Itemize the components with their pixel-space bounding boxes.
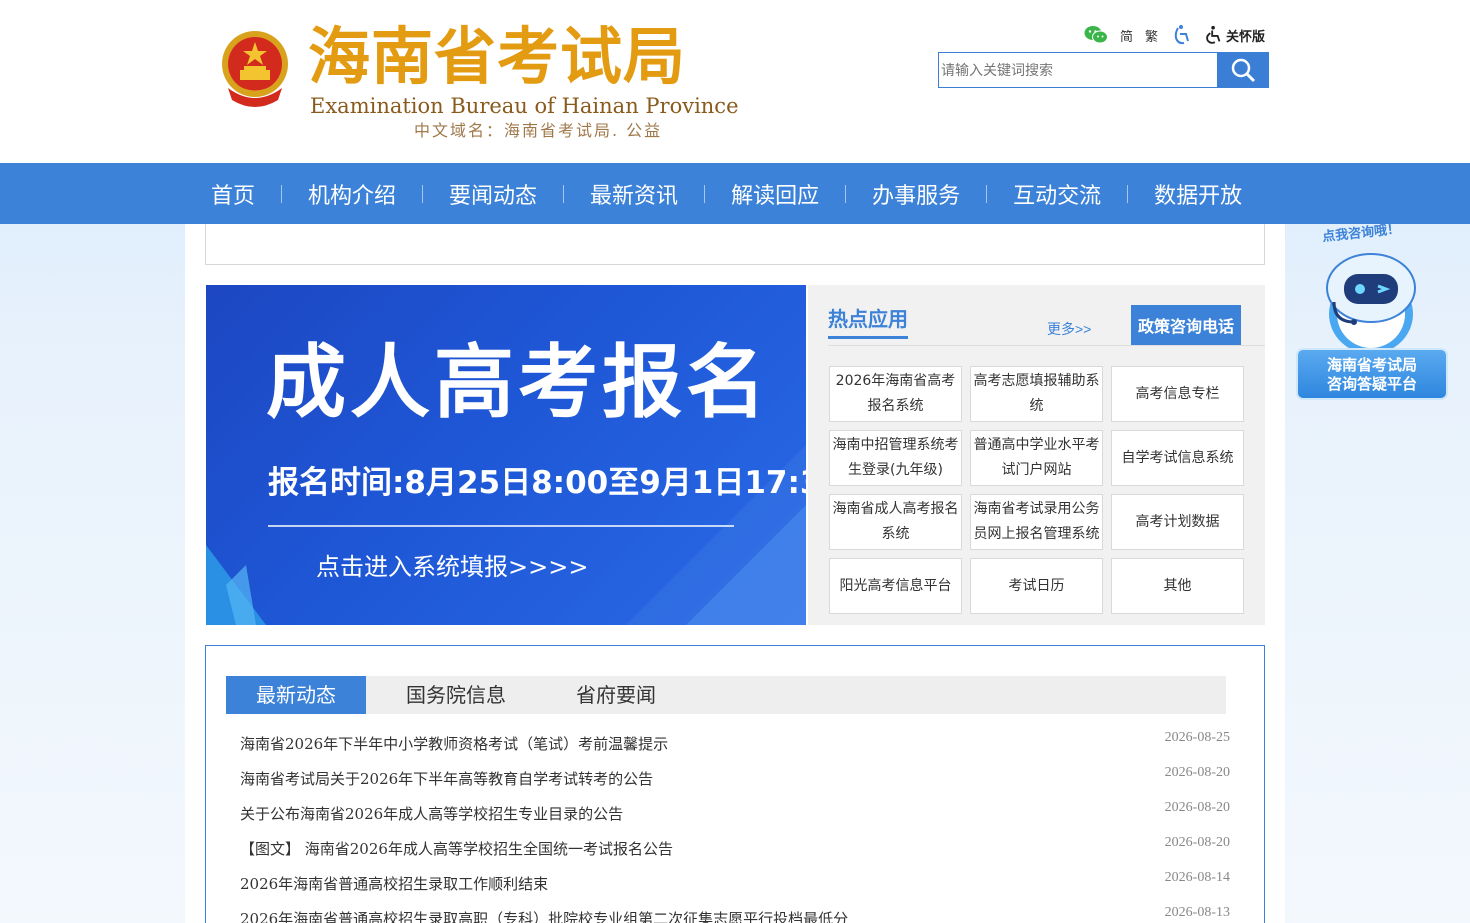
hot-app-item[interactable]: 海南省成人高考报名系统 xyxy=(829,494,962,550)
nav-item-4[interactable]: 解读回应 xyxy=(731,178,819,210)
elder-mode-link[interactable]: 关怀版 xyxy=(1204,25,1265,45)
hot-apps-more-link[interactable]: 更多>> xyxy=(1047,319,1091,339)
site-header: 海南省考试局 Examination Bureau of Hainan Prov… xyxy=(0,0,1470,163)
news-item-title[interactable]: 【图文】 海南省2026年成人高等学校招生全国统一考试报名公告 xyxy=(240,838,673,859)
consult-widget-label-line1: 海南省考试局 xyxy=(1326,356,1417,374)
news-item[interactable]: 关于公布海南省2026年成人高等学校招生专业目录的公告 2026-08-20 xyxy=(240,796,1230,831)
hot-app-item[interactable]: 高考计划数据 xyxy=(1111,494,1244,550)
news-item-title[interactable]: 海南省2026年下半年中小学教师资格考试（笔试）考前温馨提示 xyxy=(240,733,668,754)
nav-item-1[interactable]: 机构介绍 xyxy=(308,178,396,210)
news-section: 最新动态 国务院信息 省府要闻 海南省2026年下半年中小学教师资格考试（笔试）考前… xyxy=(205,645,1265,923)
nav-item-0[interactable]: 首页 xyxy=(211,178,255,210)
elder-mode-label: 关怀版 xyxy=(1226,29,1266,45)
consult-widget-label: 海南省考试局 咨询答疑平台 xyxy=(1296,348,1448,400)
hot-app-item[interactable]: 其他 xyxy=(1111,558,1244,614)
news-item[interactable]: 海南省2026年下半年中小学教师资格考试（笔试）考前温馨提示 2026-08-25 xyxy=(240,726,1230,761)
logo-title: 海南省考试局 xyxy=(308,20,687,93)
hot-apps-panel: 热点应用 更多>> 政策咨询电话 2026年海南省高考报名系统 高考志愿填报辅助系… xyxy=(808,285,1265,625)
robot-mascot-icon xyxy=(1326,253,1416,352)
nav-separator xyxy=(845,184,847,203)
search-icon xyxy=(1231,58,1256,83)
news-list: 海南省2026年下半年中小学教师资格考试（笔试）考前温馨提示 2026-08-25… xyxy=(240,726,1230,923)
nav-separator xyxy=(704,184,706,203)
nav-items: 首页 机构介绍 要闻动态 最新资讯 解读回应 办事服务 互动交流 数据开放 xyxy=(211,163,1242,224)
news-item-title[interactable]: 关于公布海南省2026年成人高等学校招生专业目录的公告 xyxy=(240,803,623,824)
news-item-title[interactable]: 2026年海南省普通高校招生录取工作顺利结束 xyxy=(240,873,548,894)
news-tab-0[interactable]: 最新动态 xyxy=(226,676,366,714)
hot-app-item[interactable]: 海南省考试录用公务员网上报名管理系统 xyxy=(970,494,1103,550)
nav-separator xyxy=(422,184,424,203)
notice-bar xyxy=(205,224,1265,265)
banner-cta: 点击进入系统填报>>>> xyxy=(316,553,589,581)
hot-app-item[interactable]: 2026年海南省高考报名系统 xyxy=(829,366,962,422)
accessibility-icon xyxy=(1174,25,1189,45)
nav-separator xyxy=(281,184,283,203)
main-nav: 首页 机构介绍 要闻动态 最新资讯 解读回应 办事服务 互动交流 数据开放 xyxy=(0,163,1470,224)
nav-item-6[interactable]: 互动交流 xyxy=(1013,178,1101,210)
accessibility-link[interactable] xyxy=(1170,24,1192,46)
consult-widget[interactable]: 点我咨询哦！ 海南省考试局 咨询答疑平台 xyxy=(1294,222,1450,404)
logo-subtitle: Examination Bureau of Hainan Province xyxy=(310,94,739,118)
news-item-date: 2026-08-20 xyxy=(1164,800,1230,815)
banner-title: 成人高考报名 xyxy=(266,336,770,429)
nav-item-7[interactable]: 数据开放 xyxy=(1154,178,1242,210)
simplified-chinese-link[interactable]: 简 xyxy=(1120,26,1133,45)
hot-app-item[interactable]: 高考志愿填报辅助系统 xyxy=(970,366,1103,422)
news-tab-2[interactable]: 省府要闻 xyxy=(546,676,686,714)
national-emblem-icon xyxy=(222,31,288,107)
policy-consult-button[interactable]: 政策咨询电话 xyxy=(1131,305,1241,345)
nav-item-2[interactable]: 要闻动态 xyxy=(449,178,537,210)
news-item[interactable]: 2026年海南省普通高校招生录取工作顺利结束 2026-08-14 xyxy=(240,866,1230,901)
hot-apps-grid: 2026年海南省高考报名系统 高考志愿填报辅助系统 高考信息专栏海南中招管理系统考生… xyxy=(829,366,1245,614)
news-tab-1[interactable]: 国务院信息 xyxy=(376,676,536,714)
wheelchair-icon xyxy=(1206,25,1221,44)
wechat-icon xyxy=(1084,26,1108,44)
news-item-title[interactable]: 2026年海南省普通高校招生录取高职（专科）批院校专业组第二次征集志愿平行投档最… xyxy=(240,908,848,923)
banner-adult-exam[interactable]: 成人高考报名 报名时间:8月25日8:00至9月1日17:30 点击进入系统填报… xyxy=(206,285,806,625)
search-button[interactable] xyxy=(1217,52,1269,88)
news-item-date: 2026-08-20 xyxy=(1164,765,1230,780)
nav-separator xyxy=(986,184,988,203)
hot-app-item[interactable]: 考试日历 xyxy=(970,558,1103,614)
news-item[interactable]: 2026年海南省普通高校招生录取高职（专科）批院校专业组第二次征集志愿平行投档最… xyxy=(240,901,1230,923)
news-item-date: 2026-08-25 xyxy=(1164,730,1230,745)
banner-time: 报名时间:8月25日8:00至9月1日17:30 xyxy=(268,465,806,501)
news-item-date: 2026-08-13 xyxy=(1164,905,1230,920)
news-tabs: 最新动态 国务院信息 省府要闻 xyxy=(226,676,1226,714)
hot-app-item[interactable]: 普通高中学业水平考试门户网站 xyxy=(970,430,1103,486)
logo-domain: 中文域名：海南省考试局. 公益 xyxy=(414,121,663,140)
hot-app-item[interactable]: 高考信息专栏 xyxy=(1111,366,1244,422)
nav-item-5[interactable]: 办事服务 xyxy=(872,178,960,210)
nav-item-3[interactable]: 最新资讯 xyxy=(590,178,678,210)
top-tools: 简 繁 关怀版 xyxy=(1084,24,1277,46)
hot-app-item[interactable]: 自学考试信息系统 xyxy=(1111,430,1244,486)
main-container: 成人高考报名 报名时间:8月25日8:00至9月1日17:30 点击进入系统填报… xyxy=(185,224,1285,923)
nav-separator xyxy=(563,184,565,203)
hot-app-item[interactable]: 阳光高考信息平台 xyxy=(829,558,962,614)
banner-divider xyxy=(268,525,734,527)
news-item[interactable]: 【图文】 海南省2026年成人高等学校招生全国统一考试报名公告 2026-08-2… xyxy=(240,831,1230,866)
news-item-date: 2026-08-20 xyxy=(1164,835,1230,850)
wechat-link[interactable] xyxy=(1084,25,1108,45)
consult-widget-label-line2: 咨询答疑平台 xyxy=(1326,375,1417,393)
traditional-chinese-link[interactable]: 繁 xyxy=(1145,26,1158,45)
news-item-date: 2026-08-14 xyxy=(1164,870,1230,885)
news-item[interactable]: 海南省考试局关于2026年下半年高等教育自学考试转考的公告 2026-08-20 xyxy=(240,761,1230,796)
search-input[interactable] xyxy=(938,52,1218,88)
news-item-title[interactable]: 海南省考试局关于2026年下半年高等教育自学考试转考的公告 xyxy=(240,768,653,789)
nav-separator xyxy=(1127,184,1129,203)
hot-app-item[interactable]: 海南中招管理系统考生登录(九年级) xyxy=(829,430,962,486)
hot-apps-divider xyxy=(828,345,1265,346)
hot-apps-title: 热点应用 xyxy=(828,305,908,339)
